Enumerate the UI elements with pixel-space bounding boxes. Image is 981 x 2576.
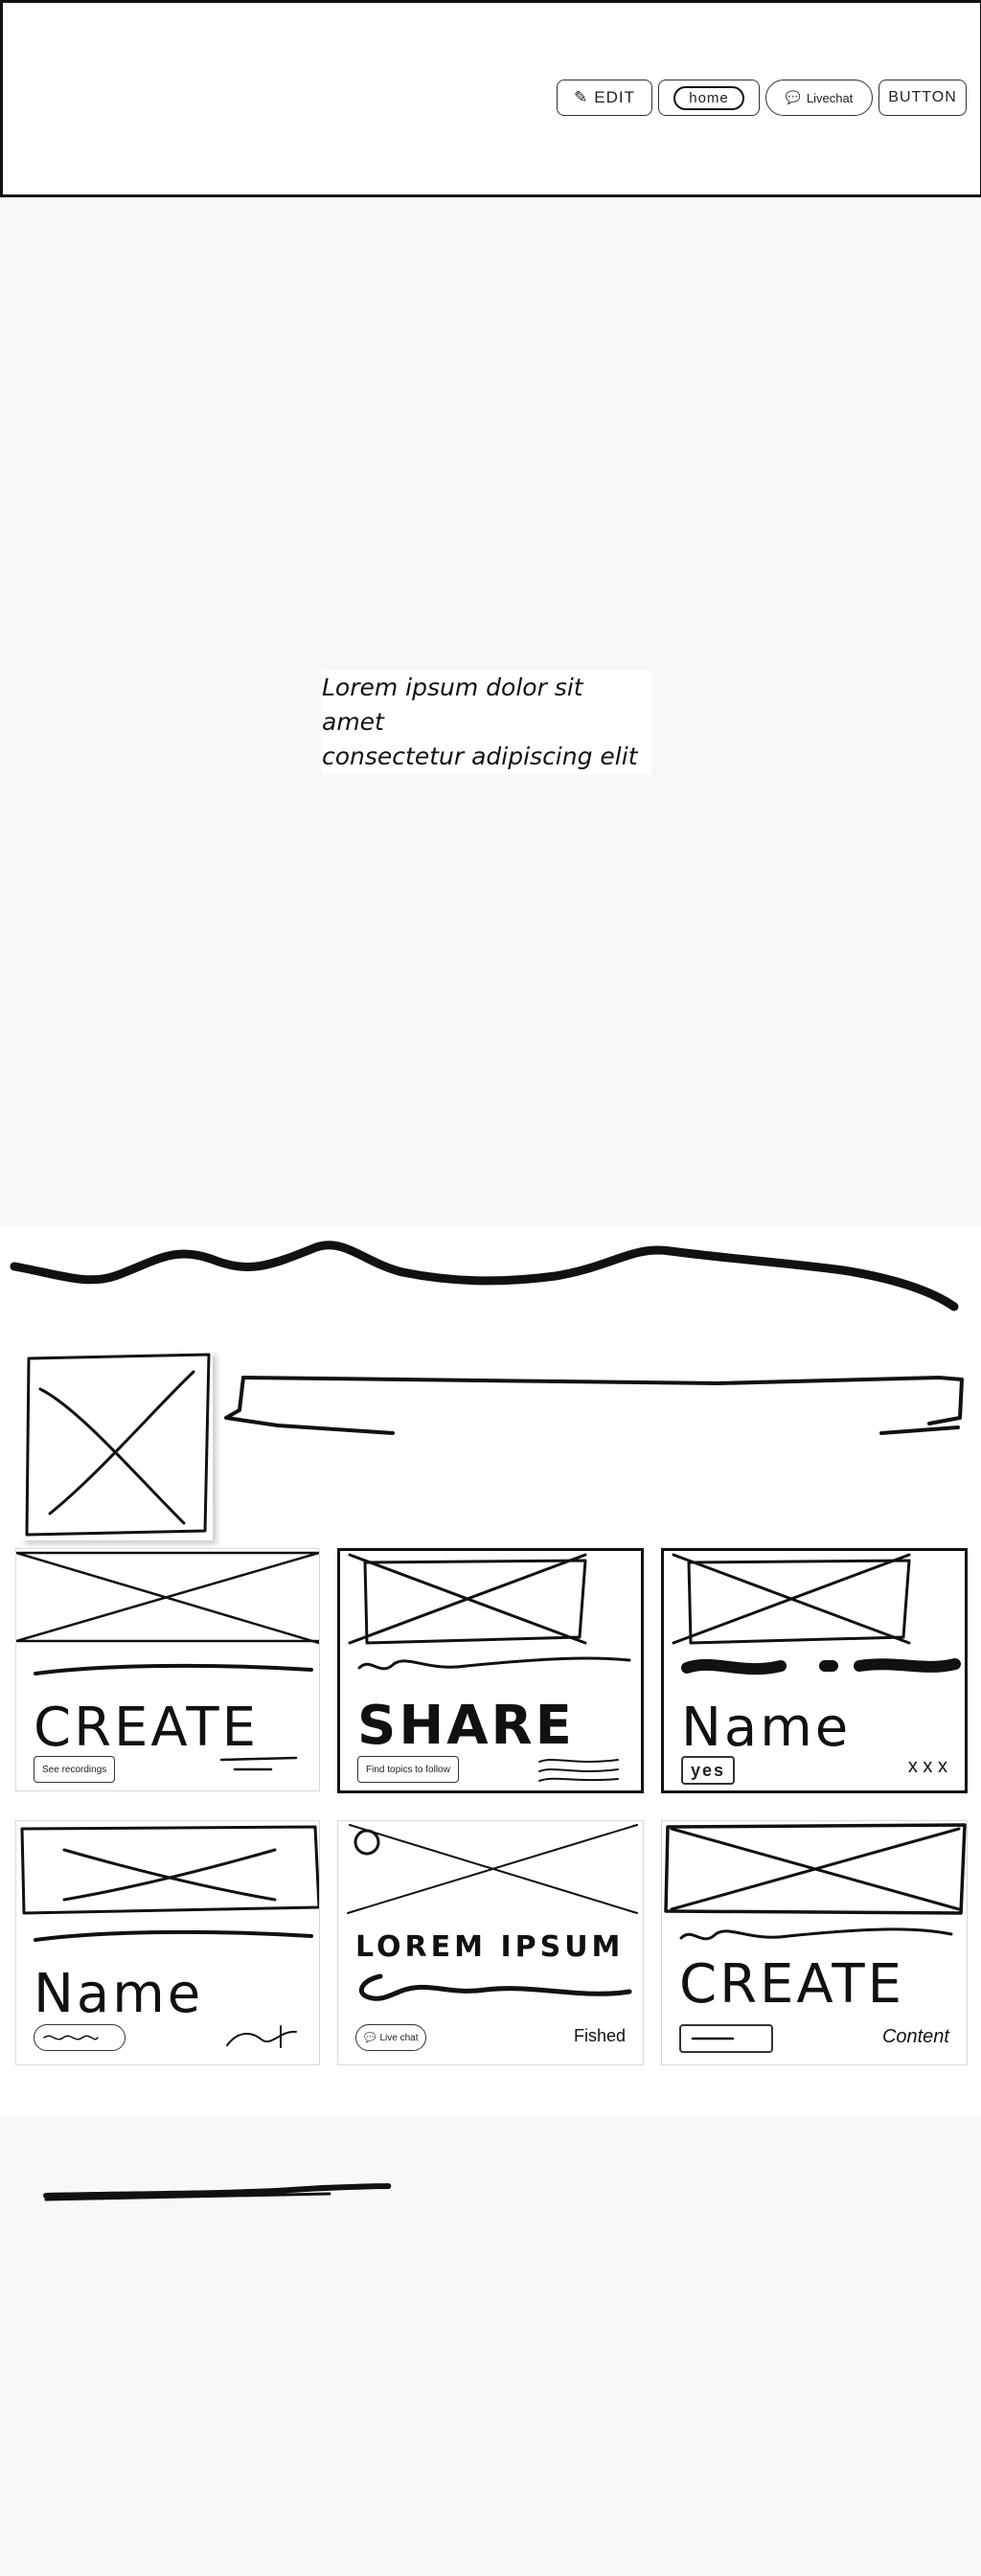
card-name[interactable]: Name [15,1820,320,2065]
card-image-placeholder [348,1553,587,1645]
card-meta-scribble [219,1756,298,1771]
card-share[interactable]: SHARE Find topics to follow [337,1548,644,1793]
chat-bubble-icon: 💬 [364,2032,376,2043]
nav-bar: ✎ EDIT home 💬 Livechat BUTTON [557,80,967,116]
card-image-placeholder [20,1825,319,1915]
card-button-label: Live chat [379,2032,419,2043]
card-title: SHARE [357,1695,575,1757]
livechat-button-label: Livechat [806,90,854,105]
generic-button-label: BUTTON [888,89,957,105]
home-button[interactable]: home [658,80,760,116]
card-image-placeholder [16,1551,319,1645]
hero-text-line-1: Lorem ipsum dolor sit amet [322,673,583,736]
card-title: CREATE [34,1697,259,1759]
card-button[interactable]: See recordings [34,1756,116,1783]
card-name-yes[interactable]: Name yes x x x [661,1548,968,1793]
card-button[interactable]: Find topics to follow [357,1756,459,1783]
card-create-content[interactable]: CREATE Content [661,1820,968,2065]
card-heading-scribble [357,1656,631,1671]
card-heading-scribble [34,1929,313,1942]
home-button-label: home [673,85,744,110]
card-title: LOREM IPSUM [355,1930,625,1964]
card-meta: x x x [907,1756,947,1777]
card-subtitle-scribble [358,1973,632,2001]
card-image-placeholder [672,1553,911,1645]
chat-bubble-icon: 💬 [785,90,801,104]
card-image-placeholder [347,1824,638,1914]
card-heading-scribble [681,1658,961,1676]
card-button[interactable] [679,2024,773,2053]
edit-button[interactable]: ✎ EDIT [557,80,652,116]
wavy-heading-scribble [10,1241,959,1311]
card-meta: Content [881,2026,949,2047]
card-meta-scribble [226,2025,297,2048]
footer-scribble [43,2183,392,2201]
card-meta: Fished [573,2026,626,2045]
hero-text: Lorem ipsum dolor sit amet consectetur a… [322,671,651,774]
edit-button-label: EDIT [594,88,635,106]
card-title: Name [34,1963,204,2025]
hero-text-line-2: consectetur adipiscing elit [322,742,638,770]
card-button[interactable]: 💬 Live chat [355,2024,427,2051]
line-icon [691,2037,735,2040]
card-create[interactable]: CREATE See recordings [15,1548,320,1791]
text-banner-scribble [224,1376,964,1435]
pencil-icon: ✎ [574,88,589,106]
card-heading-scribble [679,1927,953,1941]
card-heading-scribble [34,1663,313,1676]
card-button[interactable] [34,2024,125,2051]
card-title: CREATE [679,1953,904,2016]
card-lorem-ipsum[interactable]: LOREM IPSUM 💬 Live chat Fished [337,1820,644,2065]
card-image-placeholder [664,1823,967,1915]
livechat-button[interactable]: 💬 Livechat [765,80,873,116]
content-section: CREATE See recordings SHARE Find topics … [0,1226,981,2115]
card-title: Name [681,1697,852,1759]
card-button[interactable]: yes [681,1756,736,1785]
generic-button[interactable]: BUTTON [878,80,967,116]
squiggle-icon [43,2035,99,2040]
hero-section: Lorem ipsum dolor sit amet consectetur a… [0,197,981,1226]
avatar-placeholder [21,1351,213,1540]
card-meta-scribble [538,1759,619,1782]
footer [0,2115,981,2576]
header: ✎ EDIT home 💬 Livechat BUTTON [0,0,981,199]
